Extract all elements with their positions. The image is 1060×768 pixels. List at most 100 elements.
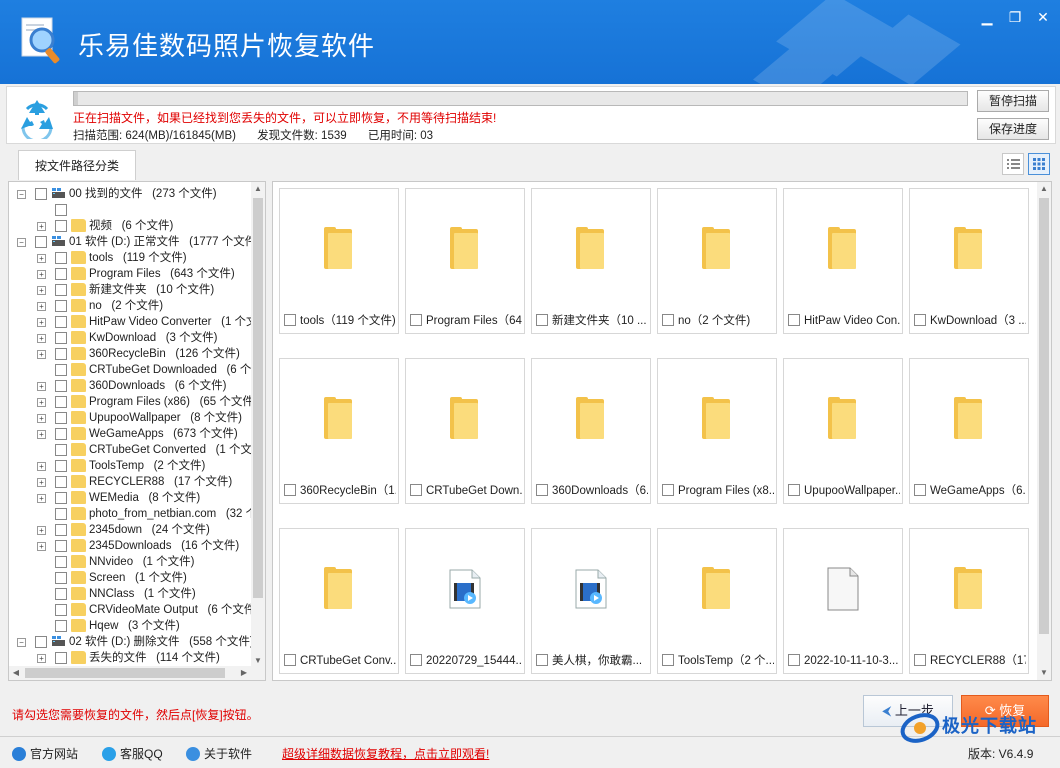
grid-item-caption[interactable]: tools（119 个文件) <box>284 313 396 329</box>
tree-expander-icon[interactable]: + <box>37 350 46 359</box>
tree-checkbox[interactable] <box>35 188 47 200</box>
scroll-right-arrow-icon[interactable]: ▶ <box>237 666 251 680</box>
tree-item[interactable]: +360Downloads (6 个文件) <box>9 378 257 394</box>
tree-item[interactable]: +2345down (24 个文件) <box>9 522 257 538</box>
tree-item[interactable]: + RECYCLER88 (17 个文件) <box>9 474 257 490</box>
file-grid-item[interactable]: 20220729_15444... <box>405 528 525 674</box>
tree-expander-icon[interactable]: + <box>37 398 46 407</box>
grid-item-caption[interactable]: RECYCLER88（17... <box>914 653 1026 669</box>
thumbnail-area[interactable] <box>406 189 524 307</box>
grid-item-checkbox[interactable] <box>284 484 296 496</box>
grid-item-checkbox[interactable] <box>662 654 674 666</box>
grid-item-checkbox[interactable] <box>284 654 296 666</box>
thumbnail-area[interactable] <box>532 529 650 647</box>
tree-item[interactable]: +HitPaw Video Converter (1 个文件) <box>9 314 257 330</box>
grid-item-caption[interactable]: HitPaw Video Con... <box>788 313 900 329</box>
official-website-link[interactable]: 官方网站 <box>12 745 78 762</box>
tree-item[interactable] <box>9 202 257 218</box>
grid-item-checkbox[interactable] <box>536 484 548 496</box>
tree-expander-icon[interactable]: + <box>37 334 46 343</box>
thumbnail-area[interactable] <box>532 189 650 307</box>
tree-expander-icon[interactable]: + <box>37 430 46 439</box>
grid-item-checkbox[interactable] <box>914 314 926 326</box>
file-grid-item[interactable]: CRTubeGet Down... <box>405 358 525 504</box>
tree-expander-icon[interactable]: + <box>37 222 46 231</box>
support-qq-link[interactable]: 客服QQ <box>102 745 163 762</box>
tree-item[interactable]: + Program Files (x86) (65 个文件) <box>9 394 257 410</box>
grid-item-checkbox[interactable] <box>788 654 800 666</box>
thumbnail-area[interactable] <box>784 529 902 647</box>
grid-item-checkbox[interactable] <box>914 654 926 666</box>
thumbnail-area[interactable] <box>280 529 398 647</box>
tree-expander-icon[interactable]: + <box>37 478 46 487</box>
file-grid-item[interactable]: CRTubeGet Conv... <box>279 528 399 674</box>
grid-item-caption[interactable]: 2022-10-11-10-3... <box>788 653 900 669</box>
tree-expander-icon[interactable]: + <box>37 462 46 471</box>
tree-item[interactable]: +360RecycleBin (126 个文件) <box>9 346 257 362</box>
tree-item[interactable]: + WEMedia (8 个文件) <box>9 490 257 506</box>
thumbnail-area[interactable] <box>910 189 1028 307</box>
tree-checkbox[interactable] <box>55 396 67 408</box>
tree-expander-icon[interactable]: + <box>37 414 46 423</box>
tree-checkbox[interactable] <box>55 252 67 264</box>
thumbnail-area[interactable] <box>280 359 398 477</box>
tree-item[interactable]: + ToolsTemp (2 个文件) <box>9 458 257 474</box>
tree-item[interactable]: CRVideoMate Output (6 个文件) <box>9 602 257 618</box>
tree-checkbox[interactable] <box>55 380 67 392</box>
tree-expander-icon[interactable]: + <box>37 254 46 263</box>
tree-checkbox[interactable] <box>55 524 67 536</box>
tree-checkbox[interactable] <box>35 236 47 248</box>
file-grid-item[interactable]: Program Files（64... <box>405 188 525 334</box>
file-grid-item[interactable]: no（2 个文件) <box>657 188 777 334</box>
tree-checkbox[interactable] <box>55 460 67 472</box>
grid-item-caption[interactable]: CRTubeGet Conv... <box>284 653 396 669</box>
tree-expander-icon[interactable]: + <box>37 526 46 535</box>
file-grid-item[interactable]: 360RecycleBin（1... <box>279 358 399 504</box>
grid-item-checkbox[interactable] <box>410 654 422 666</box>
tree-item[interactable]: Screen (1 个文件) <box>9 570 257 586</box>
tree-checkbox[interactable] <box>55 412 67 424</box>
thumbnail-area[interactable] <box>532 359 650 477</box>
tree-item[interactable]: + KwDownload (3 个文件) <box>9 330 257 346</box>
tree-item[interactable]: − 01 软件 (D:) 正常文件 (1777 个文件) <box>9 234 257 250</box>
grid-item-checkbox[interactable] <box>284 314 296 326</box>
tree-checkbox[interactable] <box>55 540 67 552</box>
file-grid-item[interactable]: KwDownload（3 ... <box>909 188 1029 334</box>
minimize-button[interactable]: ▁ <box>976 8 998 26</box>
close-button[interactable]: ✕ <box>1032 8 1054 26</box>
grid-item-checkbox[interactable] <box>788 314 800 326</box>
grid-item-caption[interactable]: UpupooWallpaper... <box>788 483 900 499</box>
tree-item[interactable]: + no (2 个文件) <box>9 298 257 314</box>
tree-expander-icon[interactable]: + <box>37 494 46 503</box>
file-grid-item[interactable]: WeGameApps（6... <box>909 358 1029 504</box>
grid-item-checkbox[interactable] <box>410 314 422 326</box>
tree-checkbox[interactable] <box>55 220 67 232</box>
tree-checkbox[interactable] <box>55 652 67 664</box>
grid-item-checkbox[interactable] <box>914 484 926 496</box>
grid-item-caption[interactable]: ToolsTemp（2 个... <box>662 653 774 669</box>
tree-checkbox[interactable] <box>55 428 67 440</box>
restore-button[interactable]: ❐ <box>1004 8 1026 26</box>
tree-checkbox[interactable] <box>55 588 67 600</box>
tree-checkbox[interactable] <box>55 492 67 504</box>
tree-checkbox[interactable] <box>55 332 67 344</box>
grid-item-checkbox[interactable] <box>662 484 674 496</box>
grid-item-checkbox[interactable] <box>536 654 548 666</box>
grid-item-caption[interactable]: 美人棋，你敢霸... <box>536 653 648 669</box>
thumbnail-area[interactable] <box>910 359 1028 477</box>
tutorial-promo-link[interactable]: 超级详细数据恢复教程，点击立即观看! <box>282 745 489 762</box>
tree-checkbox[interactable] <box>55 284 67 296</box>
tree-checkbox[interactable] <box>55 204 67 216</box>
tree-expander-icon[interactable]: + <box>37 318 46 327</box>
tree-horizontal-scrollbar[interactable]: ◀ ▶ <box>9 666 265 680</box>
thumbnail-area[interactable] <box>910 529 1028 647</box>
grid-item-caption[interactable]: 360RecycleBin（1... <box>284 483 396 499</box>
tree-checkbox[interactable] <box>55 444 67 456</box>
tree-item[interactable]: +2345Downloads (16 个文件) <box>9 538 257 554</box>
grid-item-caption[interactable]: 20220729_15444... <box>410 653 522 669</box>
file-grid-item[interactable]: RECYCLER88（17... <box>909 528 1029 674</box>
tree-item[interactable]: + UpupooWallpaper (8 个文件) <box>9 410 257 426</box>
tree-checkbox[interactable] <box>55 348 67 360</box>
tree-expander-icon[interactable]: + <box>37 286 46 295</box>
scroll-left-arrow-icon[interactable]: ◀ <box>9 666 23 680</box>
